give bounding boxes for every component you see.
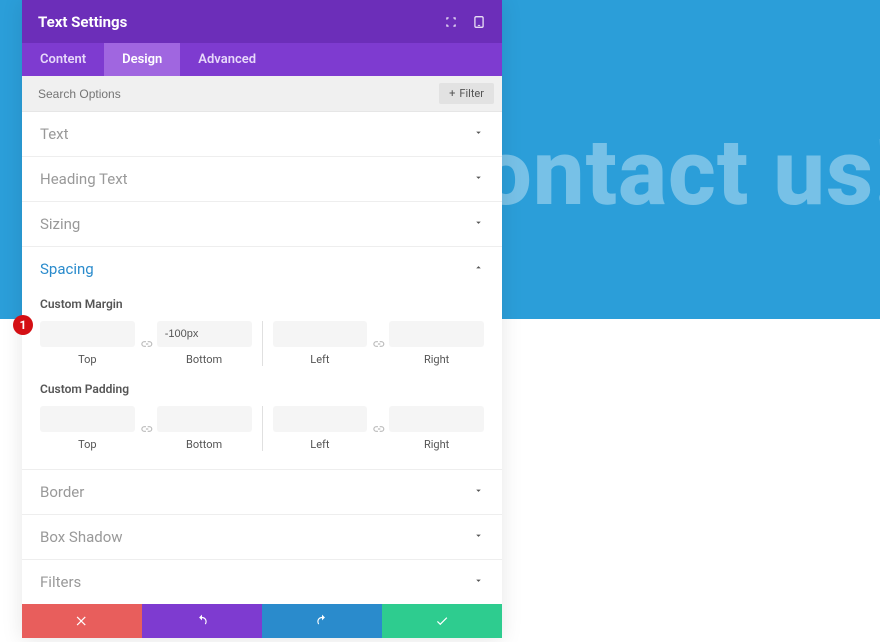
panel-footer <box>22 604 502 638</box>
label-top: Top <box>78 353 96 366</box>
padding-right-input[interactable] <box>389 406 484 432</box>
plus-icon: + <box>449 87 455 100</box>
search-options-input[interactable] <box>38 87 439 101</box>
link-icon[interactable] <box>135 337 157 351</box>
panel-title: Text Settings <box>38 13 127 31</box>
chevron-down-icon <box>473 530 484 544</box>
section-toggle-border[interactable]: Border <box>22 470 502 514</box>
section-border: Border <box>22 469 502 514</box>
section-toggle-text[interactable]: Text <box>22 112 502 156</box>
chevron-down-icon <box>473 575 484 589</box>
chevron-up-icon <box>473 262 484 276</box>
section-title: Sizing <box>40 215 80 233</box>
responsive-icon[interactable] <box>472 15 486 29</box>
link-icon[interactable] <box>367 337 389 351</box>
margin-bottom-input[interactable] <box>157 321 252 347</box>
section-title: Heading Text <box>40 170 128 188</box>
chevron-down-icon <box>473 485 484 499</box>
custom-margin-label: Custom Margin <box>40 297 484 311</box>
settings-tabs: Content Design Advanced <box>22 43 502 76</box>
redo-button[interactable] <box>262 604 382 638</box>
padding-row: Top Bottom Left <box>40 406 484 451</box>
padding-left-input[interactable] <box>273 406 368 432</box>
label-right: Right <box>424 438 449 451</box>
section-heading-text: Heading Text <box>22 156 502 201</box>
section-toggle-box-shadow[interactable]: Box Shadow <box>22 515 502 559</box>
tab-content[interactable]: Content <box>22 43 104 76</box>
label-left: Left <box>310 438 329 451</box>
margin-right-input[interactable] <box>389 321 484 347</box>
label-bottom: Bottom <box>186 353 222 366</box>
section-toggle-spacing[interactable]: Spacing <box>22 247 502 291</box>
expand-icon[interactable] <box>444 15 458 29</box>
section-title: Spacing <box>40 260 94 278</box>
tab-design[interactable]: Design <box>104 43 180 76</box>
section-title: Box Shadow <box>40 528 123 546</box>
background-hero-text: ontact us! <box>480 120 880 227</box>
margin-left-right: Left Right <box>263 321 485 366</box>
margin-top-input[interactable] <box>40 321 135 347</box>
section-title: Text <box>40 125 69 143</box>
chevron-down-icon <box>473 217 484 231</box>
text-settings-panel: Text Settings Content Design Advanced + … <box>22 0 502 638</box>
chevron-down-icon <box>473 172 484 186</box>
margin-top-bottom: Top Bottom <box>40 321 263 366</box>
save-button[interactable] <box>382 604 502 638</box>
cancel-button[interactable] <box>22 604 142 638</box>
padding-left-right: Left Right <box>263 406 485 451</box>
tab-advanced[interactable]: Advanced <box>180 43 274 76</box>
margin-row: Top Bottom Left <box>40 321 484 366</box>
panel-header: Text Settings <box>22 0 502 43</box>
section-title: Border <box>40 483 84 501</box>
link-icon[interactable] <box>367 422 389 436</box>
section-toggle-filters[interactable]: Filters <box>22 560 502 604</box>
section-toggle-sizing[interactable]: Sizing <box>22 202 502 246</box>
padding-bottom-input[interactable] <box>157 406 252 432</box>
filter-label: Filter <box>459 87 484 100</box>
link-icon[interactable] <box>135 422 157 436</box>
section-spacing: Spacing Custom Margin Top Bottom <box>22 246 502 469</box>
annotation-badge-1: 1 <box>13 315 33 335</box>
custom-padding-label: Custom Padding <box>40 382 484 396</box>
search-bar: + Filter <box>22 76 502 112</box>
label-left: Left <box>310 353 329 366</box>
section-sizing: Sizing <box>22 201 502 246</box>
chevron-down-icon <box>473 127 484 141</box>
label-bottom: Bottom <box>186 438 222 451</box>
margin-left-input[interactable] <box>273 321 368 347</box>
section-toggle-heading[interactable]: Heading Text <box>22 157 502 201</box>
padding-top-input[interactable] <box>40 406 135 432</box>
padding-top-bottom: Top Bottom <box>40 406 263 451</box>
spacing-body: Custom Margin Top Bottom <box>22 297 502 469</box>
section-title: Filters <box>40 573 81 591</box>
label-top: Top <box>78 438 96 451</box>
section-text: Text <box>22 112 502 156</box>
section-filters: Filters <box>22 559 502 604</box>
undo-button[interactable] <box>142 604 262 638</box>
section-box-shadow: Box Shadow <box>22 514 502 559</box>
settings-scroll-area[interactable]: Text Heading Text Sizing Spacing Custom … <box>22 112 502 604</box>
label-right: Right <box>424 353 449 366</box>
panel-header-actions <box>444 15 486 29</box>
filter-button[interactable]: + Filter <box>439 83 494 104</box>
